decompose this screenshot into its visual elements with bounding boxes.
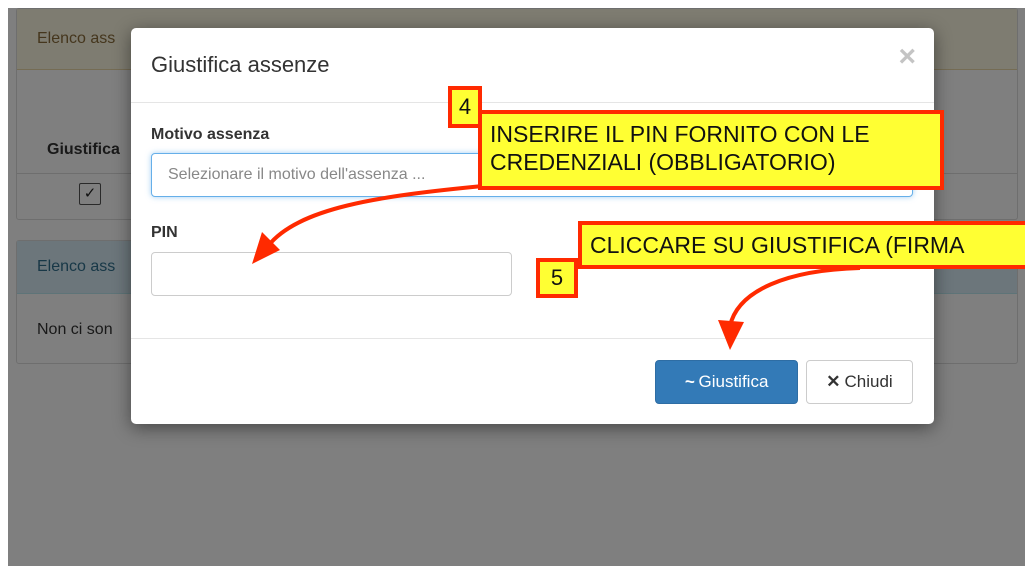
giustifica-button-label: Giustifica [698,372,769,391]
step4-text-line1: INSERIRE IL PIN FORNITO CON LE [490,121,870,147]
signature-icon: ~ [684,372,695,391]
chiudi-button-label: Chiudi [844,372,893,391]
modal-header: Giustifica assenze × [131,28,934,103]
modal-footer: ~ Giustifica ✕ Chiudi [131,338,934,425]
pin-label: PIN [151,224,178,241]
step4-number-badge: 4 [448,86,482,128]
chiudi-button[interactable]: ✕ Chiudi [806,360,913,404]
step5-callout: CLICCARE SU GIUSTIFICA (FIRMA [578,221,1025,269]
modal-title: Giustifica assenze [151,52,330,77]
giustifica-button[interactable]: ~ Giustifica [655,360,798,404]
pin-input[interactable] [151,252,512,296]
step4-callout: INSERIRE IL PIN FORNITO CON LE CREDENZIA… [478,110,944,190]
step5-text: CLICCARE SU GIUSTIFICA (FIRMA [590,232,965,258]
close-x-icon: ✕ [826,372,841,391]
step5-number-badge: 5 [536,258,578,298]
screenshot-frame: Elenco ass Giustifica ✓ Elenco ass Non c… [8,8,1025,566]
motivo-label: Motivo assenza [151,126,270,143]
step4-text-line2: CREDENZIALI (OBBLIGATORIO) [490,149,836,175]
close-icon[interactable]: × [898,42,916,72]
